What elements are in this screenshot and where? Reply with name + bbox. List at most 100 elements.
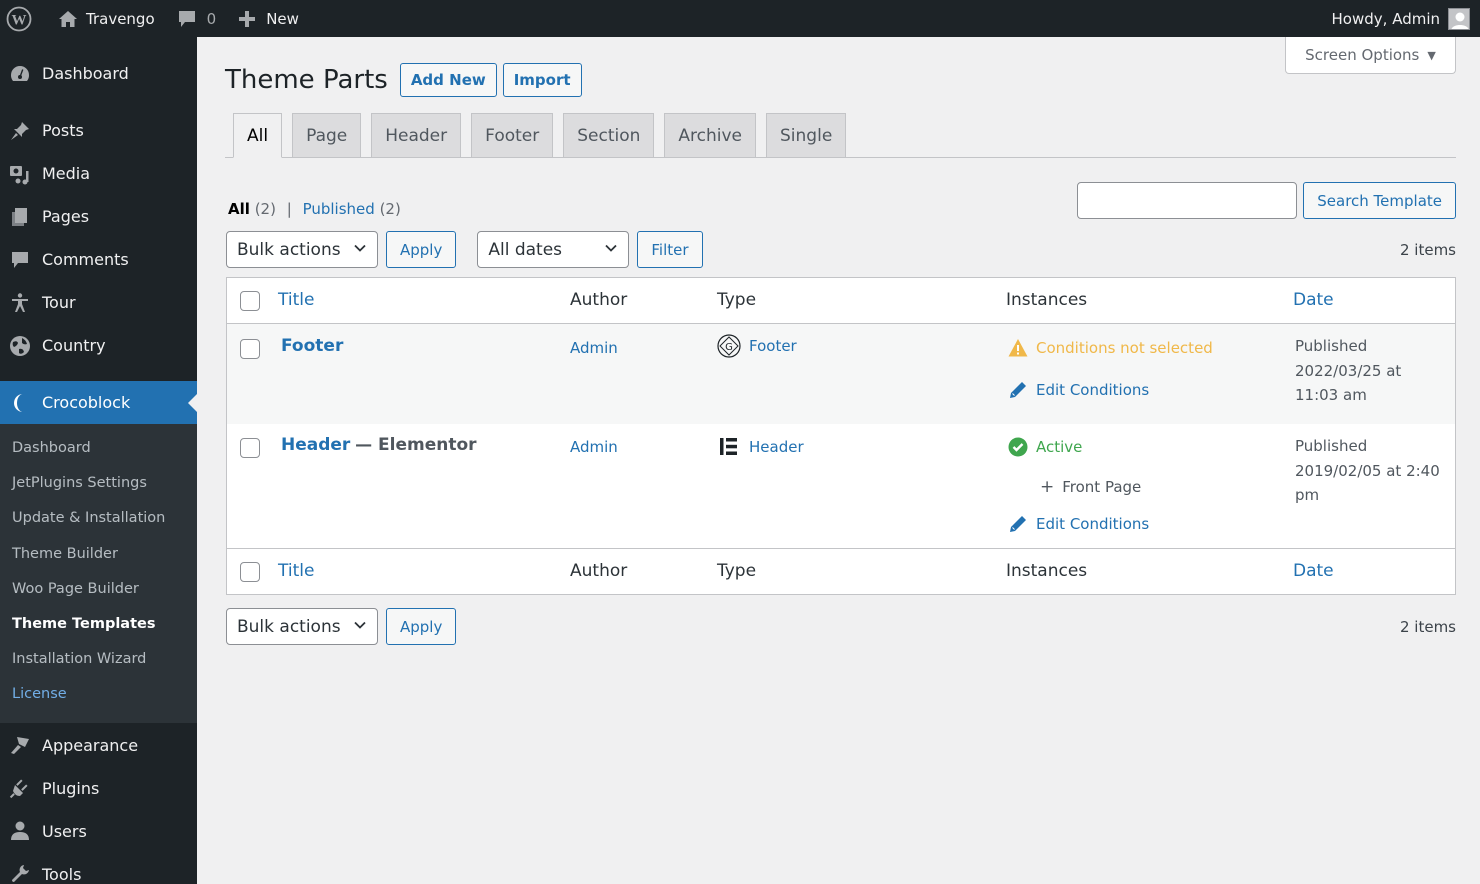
- sidebar-item-tools[interactable]: Tools: [0, 853, 197, 884]
- row-author-link[interactable]: Admin: [570, 339, 618, 357]
- submenu-item-jetplugins-settings[interactable]: JetPlugins Settings: [0, 466, 197, 501]
- new-label: New: [266, 9, 299, 28]
- sidebar-item-tour[interactable]: Tour: [0, 281, 197, 324]
- new-content-link[interactable]: New: [224, 0, 307, 37]
- search-template-button[interactable]: Search Template: [1303, 182, 1456, 219]
- submenu-item-woo-page-builder[interactable]: Woo Page Builder: [0, 572, 197, 607]
- column-title-sort[interactable]: Title: [278, 561, 314, 581]
- apply-button[interactable]: Apply: [386, 231, 457, 268]
- row-title-link[interactable]: Footer: [281, 336, 343, 356]
- sidebar-item-crocoblock[interactable]: Crocoblock: [0, 381, 197, 424]
- bulk-actions-select[interactable]: Bulk actions: [226, 231, 378, 268]
- tab-header[interactable]: Header: [371, 113, 462, 157]
- comments-link[interactable]: 0: [163, 0, 225, 37]
- pencil-icon: [1010, 382, 1026, 398]
- wrench-icon: [8, 862, 32, 884]
- edit-conditions-link[interactable]: Edit Conditions: [1008, 514, 1149, 534]
- tab-section[interactable]: Section: [563, 113, 655, 157]
- column-author: Author: [570, 290, 628, 310]
- bulk-actions-value: Bulk actions: [237, 239, 341, 260]
- tab-single[interactable]: Single: [766, 113, 847, 157]
- column-instances: Instances: [1006, 561, 1088, 581]
- view-published-count: (2): [379, 200, 401, 218]
- edit-conditions-label: Edit Conditions: [1036, 381, 1150, 399]
- apply-button[interactable]: Apply: [386, 608, 457, 645]
- chevron-down-icon: [354, 244, 366, 252]
- sidebar-item-media[interactable]: Media: [0, 152, 197, 195]
- search-input[interactable]: [1077, 182, 1298, 219]
- bulk-actions-select[interactable]: Bulk actions: [226, 608, 378, 645]
- sidebar-label: Appearance: [42, 735, 139, 755]
- row-type-link[interactable]: Footer: [749, 337, 797, 355]
- templates-table: Title Author Type Instances Date Footer …: [226, 277, 1456, 595]
- wp-logo-menu[interactable]: W: [0, 0, 40, 37]
- sidebar-item-users[interactable]: Users: [0, 810, 197, 853]
- row-author-link[interactable]: Admin: [570, 438, 618, 456]
- sidebar-item-pages[interactable]: Pages: [0, 195, 197, 238]
- row-title-suffix: — Elementor: [355, 435, 477, 455]
- select-all-checkbox[interactable]: [240, 562, 260, 582]
- tablenav-top: Bulk actions Apply All dates Filter 2 it…: [226, 231, 1456, 268]
- column-title-sort[interactable]: Title: [278, 290, 314, 310]
- tab-all[interactable]: All: [233, 113, 283, 158]
- sidebar-label: Country: [42, 336, 106, 355]
- edit-conditions-label: Edit Conditions: [1036, 515, 1150, 533]
- avatar: [1448, 7, 1470, 30]
- table-header-row: Title Author Type Instances Date: [227, 278, 1455, 324]
- date-status: Published: [1295, 337, 1368, 355]
- screen-options-label: Screen Options: [1305, 46, 1420, 64]
- view-published[interactable]: Published: [303, 200, 375, 218]
- home-icon: [58, 9, 78, 29]
- sidebar-item-dashboard[interactable]: Dashboard: [0, 52, 197, 95]
- row-date: Published 2022/03/25 at 11:03 am: [1295, 334, 1445, 408]
- row-checkbox[interactable]: [240, 438, 260, 458]
- row-title: Header — Elementor: [281, 435, 477, 455]
- table-row: Header — Elementor Admin Header Active +…: [227, 424, 1455, 548]
- person-icon: [8, 291, 32, 315]
- row-type-link[interactable]: Header: [749, 438, 804, 456]
- tab-footer[interactable]: Footer: [471, 113, 554, 157]
- submenu-item-theme-templates[interactable]: Theme Templates: [0, 607, 197, 642]
- filter-button[interactable]: Filter: [637, 231, 703, 268]
- sidebar-item-appearance[interactable]: Appearance: [0, 724, 197, 767]
- sidebar-label: Plugins: [42, 778, 100, 798]
- dates-select[interactable]: All dates: [477, 231, 630, 268]
- submenu-item-dashboard[interactable]: Dashboard: [0, 431, 197, 466]
- tab-page[interactable]: Page: [292, 113, 362, 157]
- submenu-item-update-installation[interactable]: Update & Installation: [0, 501, 197, 536]
- select-all-checkbox[interactable]: [240, 291, 260, 311]
- row-checkbox[interactable]: [240, 339, 260, 359]
- row-title-link[interactable]: Header: [281, 435, 350, 455]
- screen-options-button[interactable]: Screen Options ▼: [1285, 37, 1456, 74]
- sidebar-item-comments[interactable]: Comments: [0, 238, 197, 281]
- submenu-item-theme-builder[interactable]: Theme Builder: [0, 537, 197, 572]
- plus-icon: [238, 10, 256, 28]
- view-all[interactable]: All: [228, 200, 250, 218]
- tab-archive[interactable]: Archive: [664, 113, 757, 157]
- sidebar-item-plugins[interactable]: Plugins: [0, 767, 197, 810]
- sidebar-item-country[interactable]: Country: [0, 324, 197, 367]
- submenu-item-installation-wizard[interactable]: Installation Wizard: [0, 642, 197, 677]
- row-date: Published 2019/02/05 at 2:40 pm: [1295, 434, 1445, 508]
- sidebar-label: Media: [42, 164, 91, 183]
- import-button[interactable]: Import: [502, 63, 582, 97]
- sidebar-item-posts[interactable]: Posts: [0, 109, 197, 152]
- add-new-button[interactable]: Add New: [399, 63, 497, 97]
- user-icon: [8, 819, 32, 843]
- status-text: Active: [1036, 438, 1083, 456]
- site-name-link[interactable]: Travengo: [40, 0, 163, 37]
- type-tabs: All Page Header Footer Section Archive S…: [225, 113, 1456, 158]
- media-icon: [8, 162, 32, 186]
- edit-conditions-link[interactable]: Edit Conditions: [1008, 380, 1149, 400]
- column-date-sort[interactable]: Date: [1293, 561, 1334, 581]
- submenu-item-license[interactable]: License: [0, 677, 197, 712]
- my-account-menu[interactable]: Howdy, Admin: [1332, 7, 1480, 30]
- crocoblock-submenu: Dashboard JetPlugins Settings Update & I…: [0, 424, 197, 723]
- tablenav-bottom: Bulk actions Apply 2 items: [226, 608, 1456, 645]
- column-date-sort[interactable]: Date: [1293, 290, 1334, 310]
- svg-text:G: G: [725, 342, 733, 353]
- site-name: Travengo: [86, 9, 155, 28]
- pin-icon: [8, 119, 32, 143]
- elementor-icon: [720, 438, 737, 455]
- page-header: Theme Parts Add New Import: [225, 63, 582, 97]
